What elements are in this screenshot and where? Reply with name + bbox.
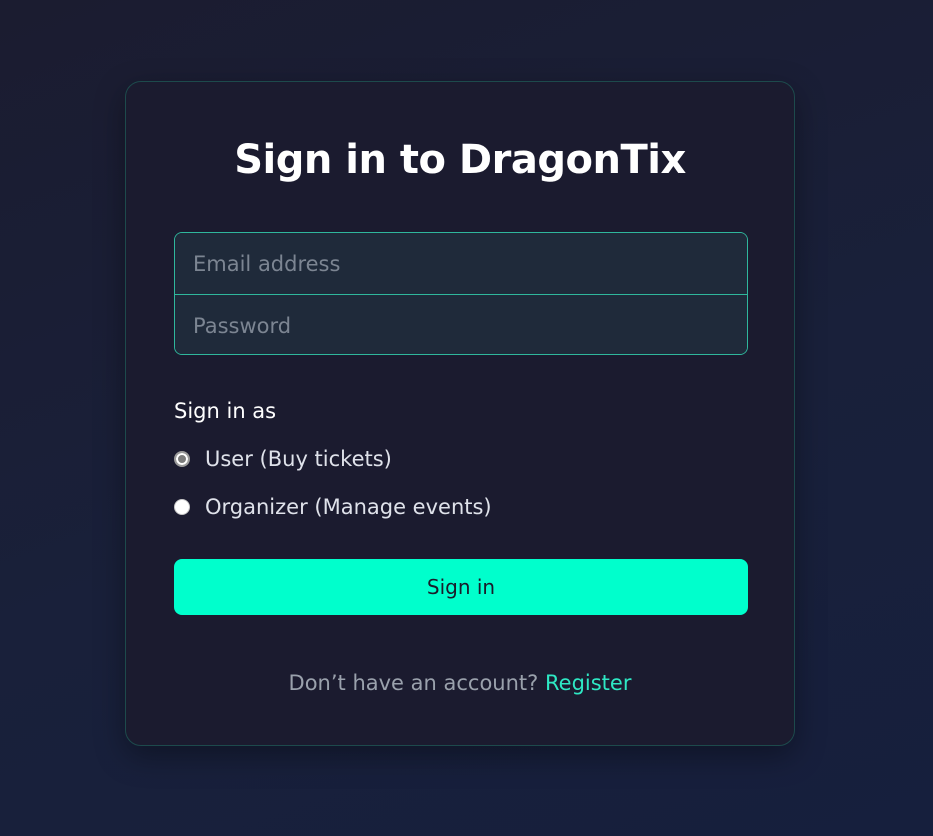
password-field[interactable] xyxy=(175,295,747,354)
credentials-group xyxy=(174,232,748,355)
register-link[interactable]: Register xyxy=(545,671,631,695)
role-option-organizer[interactable]: Organizer (Manage events) xyxy=(174,493,492,521)
sign-in-button[interactable]: Sign in xyxy=(174,559,748,615)
email-field[interactable] xyxy=(175,233,747,294)
role-option-label: User (Buy tickets) xyxy=(205,447,392,471)
login-card: Sign in to DragonTix Sign in as User (Bu… xyxy=(125,81,795,746)
organizer-radio[interactable] xyxy=(174,499,190,515)
role-option-user[interactable]: User (Buy tickets) xyxy=(174,445,392,473)
role-label: Sign in as xyxy=(174,399,277,423)
register-prompt-text: Don’t have an account? xyxy=(288,671,539,695)
page-title: Sign in to DragonTix xyxy=(234,137,686,183)
role-option-label: Organizer (Manage events) xyxy=(205,495,492,519)
register-prompt: Don’t have an account? Register xyxy=(126,668,794,698)
user-radio[interactable] xyxy=(174,451,190,467)
